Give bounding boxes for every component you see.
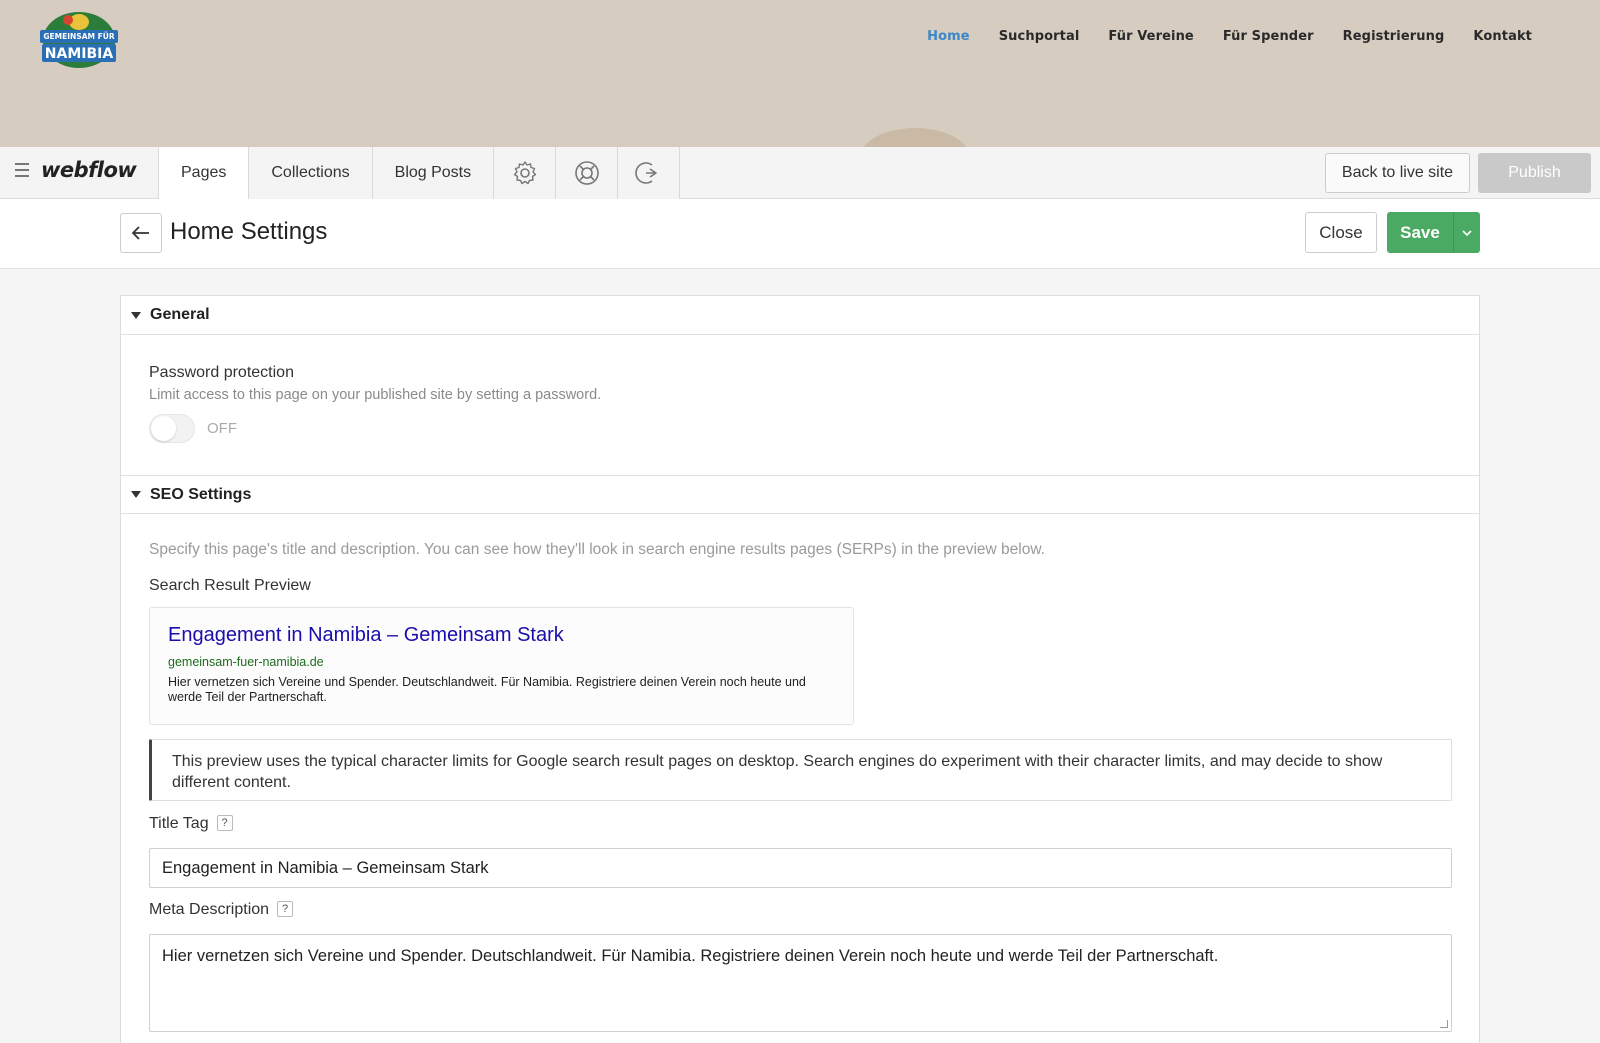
general-section-header[interactable]: General: [121, 296, 1479, 335]
hamburger-icon[interactable]: [15, 163, 29, 177]
caret-down-icon: [131, 491, 141, 498]
site-logo[interactable]: GEMEINSAM FÜR NAMIBIA: [38, 8, 120, 70]
logo-text-bottom: NAMIBIA: [45, 46, 114, 62]
meta-description-label-text: Meta Description: [149, 901, 270, 918]
page-title: Home Settings: [170, 218, 328, 245]
title-tag-help-icon[interactable]: ?: [216, 815, 233, 831]
tab-help[interactable]: [556, 147, 619, 199]
header-decoration: [860, 128, 970, 147]
meta-description-label: Meta Description?: [149, 901, 294, 919]
help-icon: [574, 161, 599, 185]
back-to-live-site-button[interactable]: Back to live site: [1325, 153, 1470, 193]
gear-icon: [513, 161, 536, 185]
arrow-left-icon: [132, 226, 149, 240]
save-options-button[interactable]: [1453, 212, 1480, 253]
editor-toolbar: webflow Pages Collections Blog Posts Bac…: [0, 147, 1600, 200]
password-protection-label: Password protection: [149, 364, 294, 381]
logout-icon: [634, 162, 657, 184]
meta-description-value: Hier vernetzen sich Vereine und Spender.…: [162, 947, 1219, 965]
editor-tabs: Pages Collections Blog Posts: [158, 147, 681, 200]
chevron-down-icon: [1462, 229, 1472, 236]
title-tag-label: Title Tag?: [149, 815, 233, 833]
nav-kontakt[interactable]: Kontakt: [1473, 29, 1532, 44]
meta-description-textarea[interactable]: Hier vernetzen sich Vereine und Spender.…: [149, 934, 1452, 1032]
site-header: GEMEINSAM FÜR NAMIBIA Home Suchportal Fü…: [0, 0, 1600, 147]
tab-collections[interactable]: Collections: [249, 147, 373, 199]
nav-registrierung[interactable]: Registrierung: [1343, 29, 1445, 44]
title-tag-input[interactable]: Engagement in Namibia – Gemeinsam Stark: [149, 848, 1452, 888]
tab-settings[interactable]: [494, 147, 557, 199]
nav-fuer-vereine[interactable]: Für Vereine: [1108, 29, 1193, 44]
back-button[interactable]: [120, 213, 162, 253]
webflow-logo: webflow: [41, 158, 137, 182]
site-nav: Home Suchportal Für Vereine Für Spender …: [898, 29, 1532, 44]
password-protection-hint: Limit access to this page on your publis…: [149, 387, 602, 403]
tab-logout[interactable]: [618, 147, 681, 199]
search-result-preview: Engagement in Namibia – Gemeinsam Stark …: [149, 607, 854, 725]
password-toggle[interactable]: [149, 414, 195, 443]
tab-blog-posts[interactable]: Blog Posts: [372, 147, 495, 199]
seo-heading: SEO Settings: [150, 485, 252, 503]
password-toggle-state: OFF: [207, 420, 237, 437]
title-tag-label-text: Title Tag: [149, 815, 209, 832]
nav-home[interactable]: Home: [927, 29, 970, 44]
seo-section-header[interactable]: SEO Settings: [121, 475, 1479, 514]
caret-down-icon: [131, 311, 141, 319]
general-heading: General: [150, 306, 210, 323]
serp-description: Hier vernetzen sich Vereine und Spender.…: [168, 675, 806, 704]
save-button[interactable]: Save: [1387, 212, 1453, 253]
close-button[interactable]: Close: [1305, 212, 1377, 253]
logo-text-top: GEMEINSAM FÜR: [43, 32, 114, 41]
seo-intro: Specify this page's title and descriptio…: [149, 541, 1045, 558]
nav-suchportal[interactable]: Suchportal: [999, 29, 1080, 44]
resize-handle-icon[interactable]: [1440, 1020, 1448, 1028]
preview-note: This preview uses the typical character …: [149, 739, 1452, 801]
search-result-preview-label: Search Result Preview: [149, 577, 311, 594]
settings-panel: General Password protection Limit access…: [120, 295, 1480, 1043]
nav-fuer-spender[interactable]: Für Spender: [1223, 29, 1314, 44]
publish-button[interactable]: Publish: [1478, 153, 1591, 193]
serp-url: gemeinsam-fuer-namibia.de: [168, 655, 324, 669]
serp-title: Engagement in Namibia – Gemeinsam Stark: [168, 624, 564, 646]
tab-pages[interactable]: Pages: [158, 147, 250, 200]
settings-header: Home Settings Close Save: [0, 199, 1600, 269]
meta-description-help-icon[interactable]: ?: [277, 901, 294, 917]
